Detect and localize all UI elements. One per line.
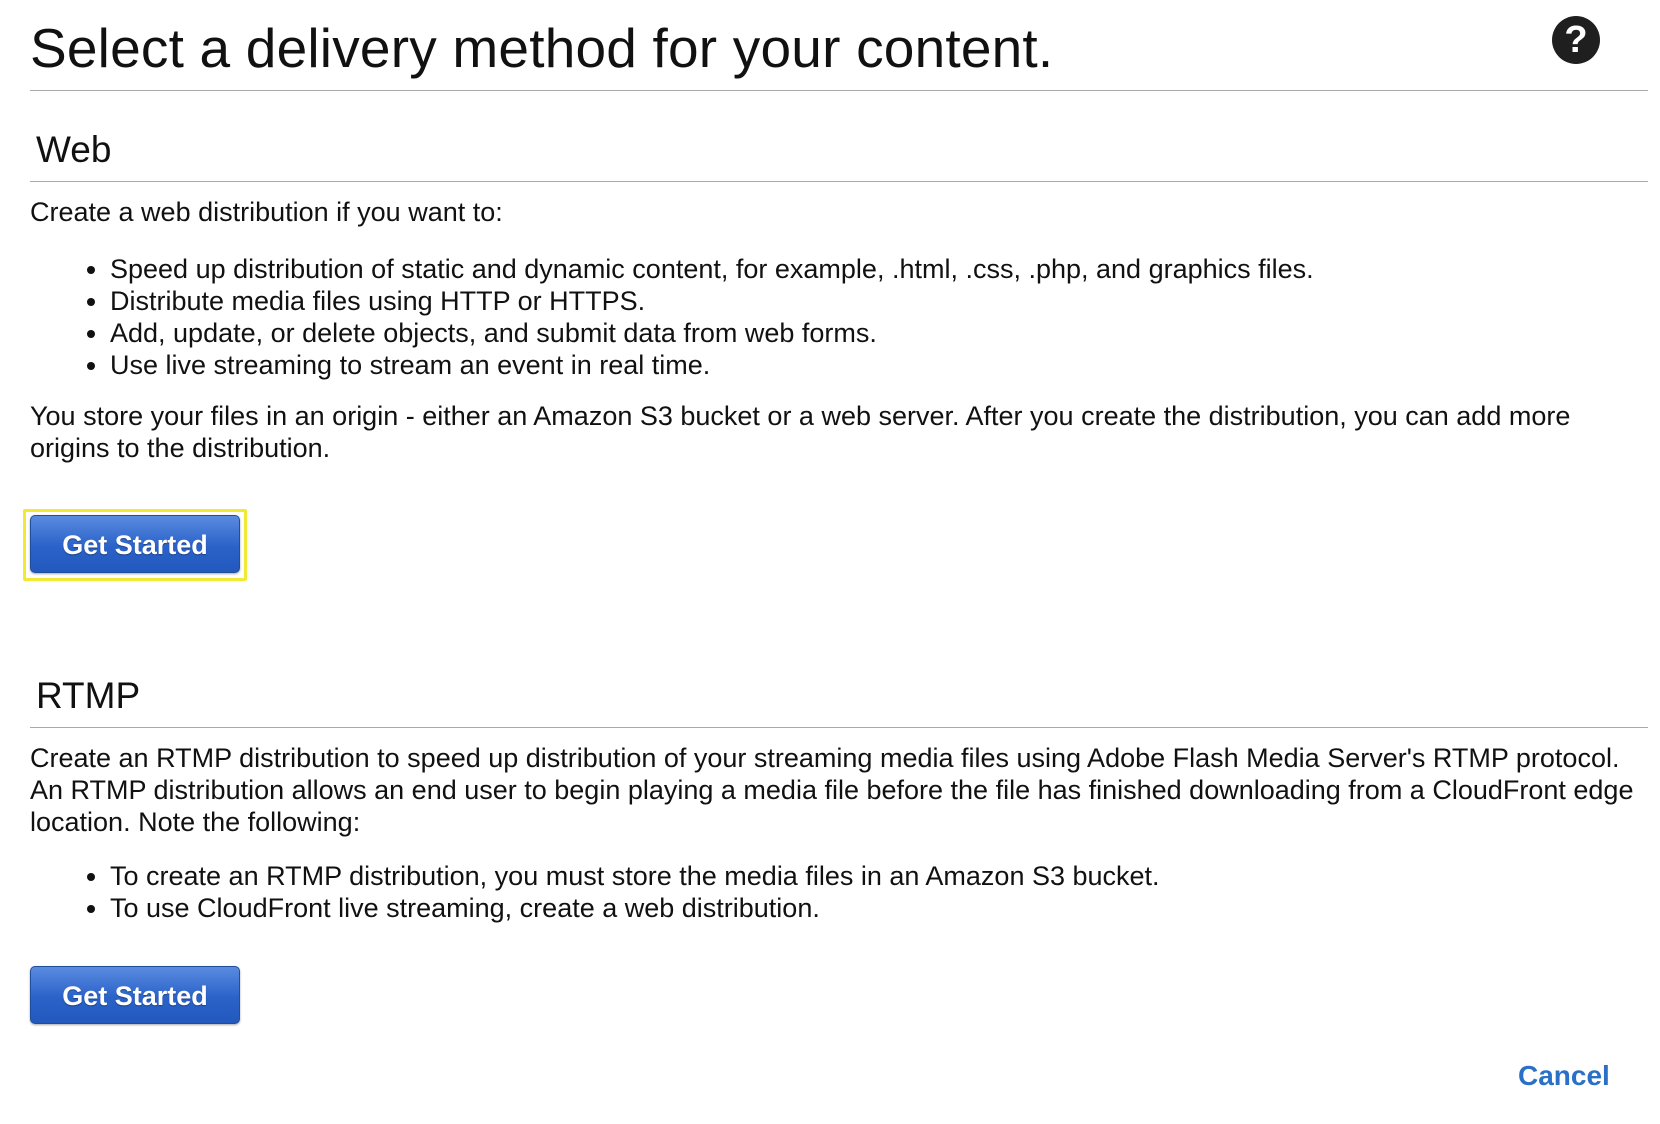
delivery-method-page: Select a delivery method for your conten…: [23, 0, 1648, 1124]
rtmp-note-list: To create an RTMP distribution, you must…: [30, 860, 1648, 924]
rtmp-get-started-button[interactable]: Get Started: [30, 966, 240, 1024]
web-origin-text: You store your files in an origin - eith…: [30, 401, 1571, 463]
web-get-started-button[interactable]: Get Started: [30, 515, 240, 573]
rtmp-intro-text: Create an RTMP distribution to speed up …: [30, 743, 1634, 837]
rtmp-heading-text: RTMP: [36, 675, 141, 716]
list-item: Use live streaming to stream an event in…: [110, 349, 1648, 381]
list-item: Distribute media files using HTTP or HTT…: [110, 285, 1648, 317]
rtmp-section-heading: RTMP: [30, 674, 1648, 728]
list-item: Speed up distribution of static and dyna…: [110, 253, 1648, 285]
web-intro-text: Create a web distribution if you want to…: [30, 197, 503, 227]
web-section-heading: Web: [30, 128, 1648, 182]
web-feature-list: Speed up distribution of static and dyna…: [30, 253, 1648, 381]
web-heading-text: Web: [36, 129, 112, 170]
page-header: Select a delivery method for your conten…: [30, 10, 1648, 91]
list-item: To use CloudFront live streaming, create…: [110, 892, 1648, 924]
list-item: To create an RTMP distribution, you must…: [110, 860, 1648, 892]
cancel-link[interactable]: Cancel: [1518, 1060, 1610, 1092]
page-title: Select a delivery method for your conten…: [30, 17, 1054, 79]
list-item: Add, update, or delete objects, and subm…: [110, 317, 1648, 349]
help-icon[interactable]: ?: [1552, 16, 1600, 64]
